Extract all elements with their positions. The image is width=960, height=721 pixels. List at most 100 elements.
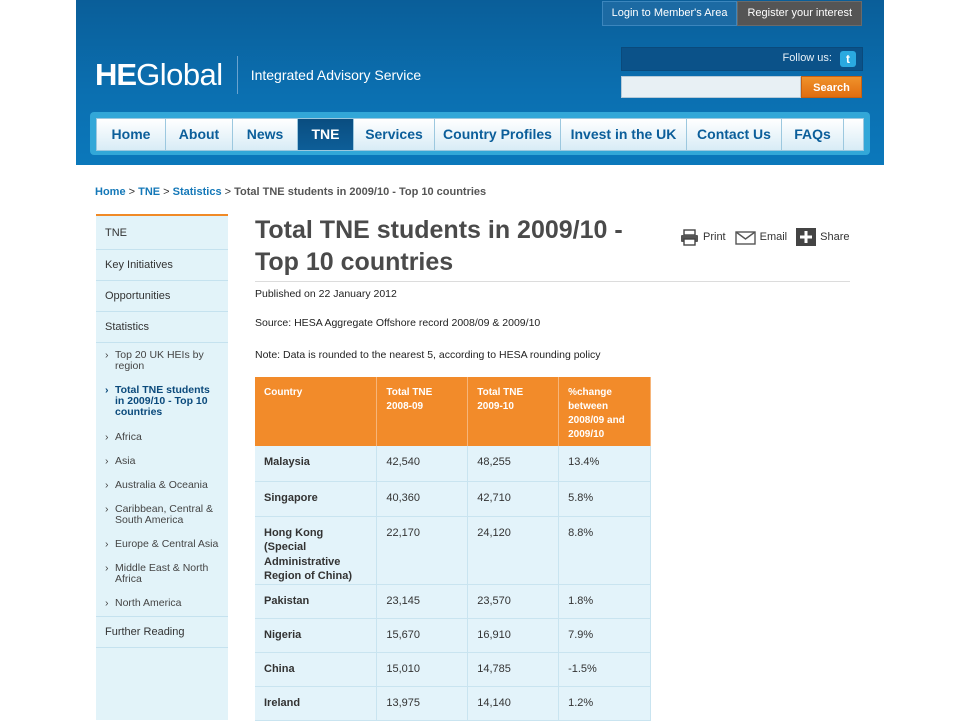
nav-about[interactable]: About [166, 119, 233, 150]
chevron-right-icon: › [105, 479, 109, 491]
table-cell: 42,540 [376, 446, 469, 482]
main-nav: Home About News TNE Services Country Pro… [90, 112, 870, 155]
sidebar-item-tne[interactable]: TNE [96, 216, 228, 250]
share-button[interactable]: Share [796, 228, 850, 246]
table-cell: 42,710 [467, 481, 560, 517]
rounding-note: Note: Data is rounded to the nearest 5, … [255, 349, 601, 361]
table-row: Malaysia 42,540 48,255 13.4% [255, 446, 651, 482]
table-cell: 22,170 [376, 516, 469, 585]
table-cell: 8.8% [558, 516, 651, 585]
sidebar-subitem-top20[interactable]: › Top 20 UK HEIs by region [96, 350, 228, 372]
table-row: Singapore 40,360 42,710 5.8% [255, 481, 651, 517]
logo-he: HE [95, 57, 137, 92]
printer-icon [681, 228, 698, 246]
sidebar-item-further-reading[interactable]: Further Reading [96, 617, 228, 648]
nav-tne[interactable]: TNE [298, 119, 354, 150]
follow-us-bar: Follow us: t [621, 47, 863, 71]
table-cell: 23,570 [467, 584, 560, 619]
table-cell: 13,975 [376, 686, 469, 721]
chevron-right-icon: › [105, 538, 109, 550]
table-cell: -1.5% [558, 652, 651, 687]
sidebar-subitem-caribbean[interactable]: › Caribbean, Central & South America [96, 504, 228, 526]
login-link[interactable]: Login to Member's Area [601, 1, 738, 26]
site-logo[interactable]: HE Global Integrated Advisory Service [95, 56, 421, 94]
breadcrumb-separator: > [160, 186, 173, 198]
table-cell: 24,120 [467, 516, 560, 585]
tne-table: Country Total TNE 2008-09 Total TNE 2009… [255, 377, 651, 721]
sidebar-subitem-label: Australia & Oceania [115, 479, 208, 491]
sidebar-item-statistics[interactable]: Statistics [96, 312, 228, 343]
sidebar-subitem-label: Top 20 UK HEIs by region [115, 349, 204, 372]
table-cell: 5.8% [558, 481, 651, 517]
breadcrumb-home[interactable]: Home [95, 186, 126, 198]
sidebar-subitem-label: Middle East & North Africa [115, 562, 209, 585]
table-row: China 15,010 14,785 -1.5% [255, 652, 651, 687]
sidebar-subitem-asia[interactable]: › Asia [96, 456, 228, 467]
sidebar-subitem-middle-east[interactable]: › Middle East & North Africa [96, 563, 228, 585]
table-cell: 48,255 [467, 446, 560, 482]
chevron-right-icon: › [105, 503, 109, 515]
sidebar-subitem-north-america[interactable]: › North America [96, 598, 228, 609]
breadcrumb-separator: > [125, 186, 139, 198]
table-row: Hong Kong (Special Administrative Region… [255, 516, 651, 585]
chevron-right-icon: › [105, 384, 109, 396]
share-label: Share [820, 231, 850, 243]
nav-contact-us[interactable]: Contact Us [687, 119, 782, 150]
breadcrumb-separator: > [221, 186, 235, 198]
column-header: Total TNE 2008-09 [376, 377, 469, 446]
sidebar-subitem-europe[interactable]: › Europe & Central Asia [96, 539, 228, 550]
sidebar-item-key-initiatives[interactable]: Key Initiatives [96, 250, 228, 281]
table-cell: Nigeria [255, 618, 378, 653]
email-button[interactable]: Email [734, 228, 788, 246]
breadcrumb-tne[interactable]: TNE [138, 186, 160, 198]
sidebar-nav: TNE Key Initiatives Opportunities Statis… [96, 214, 228, 720]
page-title: Total TNE students in 2009/10 - Top 10 c… [255, 216, 623, 276]
sidebar-subitem-label: Total TNE students in 2009/10 - Top 10 c… [115, 384, 210, 418]
register-link[interactable]: Register your interest [737, 1, 862, 26]
search-button[interactable]: Search [801, 76, 862, 98]
table-cell: 23,145 [376, 584, 469, 619]
site-tagline: Integrated Advisory Service [250, 67, 422, 83]
breadcrumb-statistics[interactable]: Statistics [173, 186, 222, 198]
table-cell: 40,360 [376, 481, 469, 517]
sidebar-subitem-australia[interactable]: › Australia & Oceania [96, 480, 228, 491]
nav-services[interactable]: Services [354, 119, 435, 150]
nav-faqs[interactable]: FAQs [782, 119, 844, 150]
article-tools: Print Email Share [680, 228, 859, 246]
column-header: %change between 2008/09 and 2009/10 [558, 377, 651, 446]
chevron-right-icon: › [105, 349, 109, 361]
table-cell: 7.9% [558, 618, 651, 653]
top-links: Login to Member's Area Register your int… [601, 1, 862, 26]
print-label: Print [703, 231, 726, 243]
sidebar-subitem-label: North America [115, 597, 182, 609]
site-header: Login to Member's Area Register your int… [76, 0, 884, 165]
print-button[interactable]: Print [680, 228, 726, 246]
breadcrumb-current: Total TNE students in 2009/10 - Top 10 c… [234, 186, 487, 198]
sidebar-subitem-label: Asia [115, 455, 136, 467]
title-divider [255, 281, 850, 282]
sidebar-subitem-label: Caribbean, Central & South America [115, 503, 214, 526]
source-note: Source: HESA Aggregate Offshore record 2… [255, 317, 541, 329]
main-nav-bar: Home About News TNE Services Country Pro… [96, 118, 864, 151]
logo-divider [236, 56, 238, 94]
table-cell: 1.2% [558, 686, 651, 721]
twitter-icon[interactable]: t [840, 51, 856, 67]
published-date: Published on 22 January 2012 [255, 288, 397, 300]
sidebar-item-opportunities[interactable]: Opportunities [96, 281, 228, 312]
nav-home[interactable]: Home [97, 119, 166, 150]
sidebar-subitem-total-tne[interactable]: › Total TNE students in 2009/10 - Top 10… [96, 385, 228, 418]
table-cell: Pakistan [255, 584, 378, 619]
nav-invest-uk[interactable]: Invest in the UK [561, 119, 687, 150]
table-header-row: Country Total TNE 2008-09 Total TNE 2009… [255, 377, 651, 446]
search-input[interactable] [621, 76, 801, 98]
follow-us-label: Follow us: [782, 52, 832, 64]
table-cell: China [255, 652, 378, 687]
sidebar-subitem-africa[interactable]: › Africa [96, 432, 228, 443]
email-label: Email [759, 231, 788, 243]
table-cell: Hong Kong (Special Administrative Region… [255, 516, 378, 585]
nav-country-profiles[interactable]: Country Profiles [435, 119, 561, 150]
chevron-right-icon: › [105, 455, 109, 467]
table-cell: 14,785 [467, 652, 560, 687]
nav-news[interactable]: News [233, 119, 298, 150]
table-row: Ireland 13,975 14,140 1.2% [255, 686, 651, 721]
